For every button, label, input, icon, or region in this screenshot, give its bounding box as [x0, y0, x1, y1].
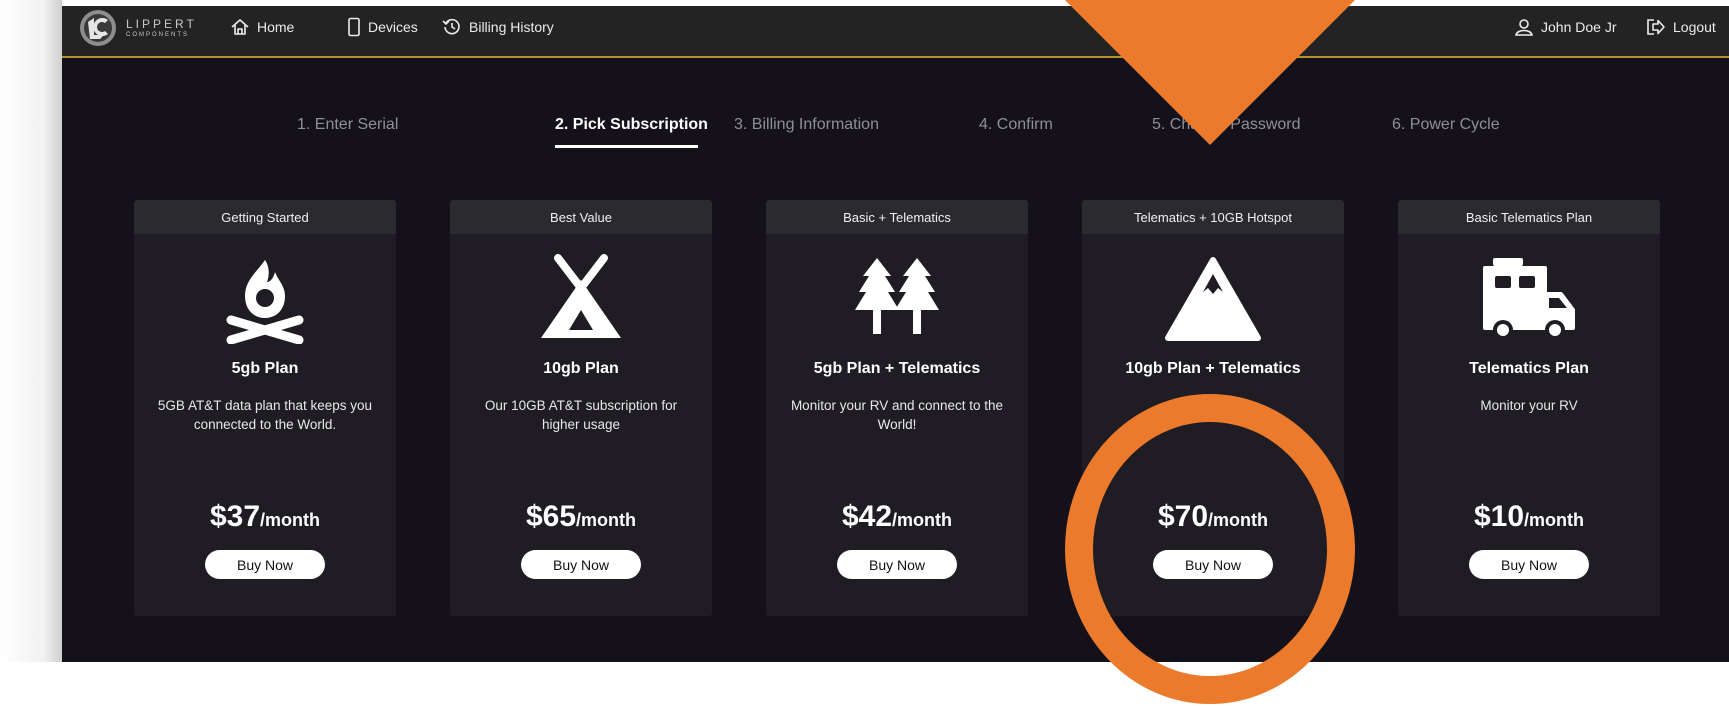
buy-now-button[interactable]: Buy Now	[205, 550, 325, 579]
plan-title: 5gb Plan	[231, 360, 299, 377]
plan-card: Basic Telematics Plan Telematics Plan Mo…	[1398, 200, 1660, 616]
app-window: LIPPERT COMPONENTS Home Devices Billing …	[62, 6, 1729, 662]
plan-description: Monitor your RV and connect to the World…	[790, 398, 1004, 432]
plan-card: Best Value 10gb Plan Our 10GB AT&T subsc…	[450, 200, 712, 616]
price-amount: $37	[209, 500, 261, 533]
plan-price: $70/month	[1082, 500, 1344, 534]
buy-now-button[interactable]: Buy Now	[837, 550, 957, 579]
active-step-underline	[555, 145, 698, 148]
step-enter-serial[interactable]: 1. Enter Serial	[297, 116, 398, 134]
price-period: /month	[892, 510, 953, 530]
plan-title: 10gb Plan	[543, 360, 619, 377]
plan-card-header: Telematics + 10GB Hotspot	[1082, 200, 1344, 234]
plan-price: $65/month	[450, 500, 712, 534]
plan-card-header: Getting Started	[134, 200, 396, 234]
campfire-icon	[226, 260, 304, 344]
price-period: /month	[1208, 510, 1269, 530]
checkout-steps: 1. Enter Serial 2. Pick Subscription 3. …	[62, 6, 1729, 156]
page-shadow-edge	[0, 0, 62, 662]
plan-card-header: Basic + Telematics	[766, 200, 1028, 234]
plan-title: 10gb Plan + Telematics	[1125, 360, 1301, 377]
rv-icon	[1483, 258, 1575, 340]
step-pick-subscription[interactable]: 2. Pick Subscription	[555, 116, 708, 134]
price-amount: $42	[841, 500, 893, 533]
plan-price: $10/month	[1398, 500, 1660, 534]
plan-card: Telematics + 10GB Hotspot 10gb Plan + Te…	[1082, 200, 1344, 616]
plan-card-header: Basic Telematics Plan	[1398, 200, 1660, 234]
plan-price: $42/month	[766, 500, 1028, 534]
price-amount: $65	[525, 500, 577, 533]
step-power-cycle[interactable]: 6. Power Cycle	[1392, 116, 1500, 134]
price-period: /month	[576, 510, 637, 530]
tent-icon	[541, 254, 621, 338]
step-billing-information[interactable]: 3. Billing Information	[734, 116, 879, 134]
plan-description: 5GB AT&T data plan that keeps you connec…	[157, 398, 373, 432]
plan-description: Monitor your RV	[1480, 398, 1578, 413]
plan-card: Getting Started 5gb Plan 5GB AT&T data p…	[134, 200, 396, 616]
buy-now-button[interactable]: Buy Now	[1153, 550, 1273, 579]
plan-card-header: Best Value	[450, 200, 712, 234]
plan-title: 5gb Plan + Telematics	[813, 360, 981, 377]
trees-icon	[855, 258, 939, 334]
plan-price: $37/month	[134, 500, 396, 534]
step-change-password[interactable]: 5. Change Password	[1152, 116, 1301, 134]
plan-card: Basic + Telematics 5gb Plan + Telematics…	[766, 200, 1028, 616]
price-amount: $70	[1157, 500, 1209, 533]
plan-description: Our 10GB AT&T subscription for higher us…	[484, 398, 678, 432]
buy-now-button[interactable]: Buy Now	[521, 550, 641, 579]
buy-now-button[interactable]: Buy Now	[1469, 550, 1589, 579]
price-amount: $10	[1473, 500, 1525, 533]
price-period: /month	[1524, 510, 1585, 530]
price-period: /month	[260, 510, 321, 530]
mountain-icon	[1165, 257, 1261, 341]
plan-title: Telematics Plan	[1469, 360, 1589, 377]
step-confirm[interactable]: 4. Confirm	[979, 116, 1053, 134]
